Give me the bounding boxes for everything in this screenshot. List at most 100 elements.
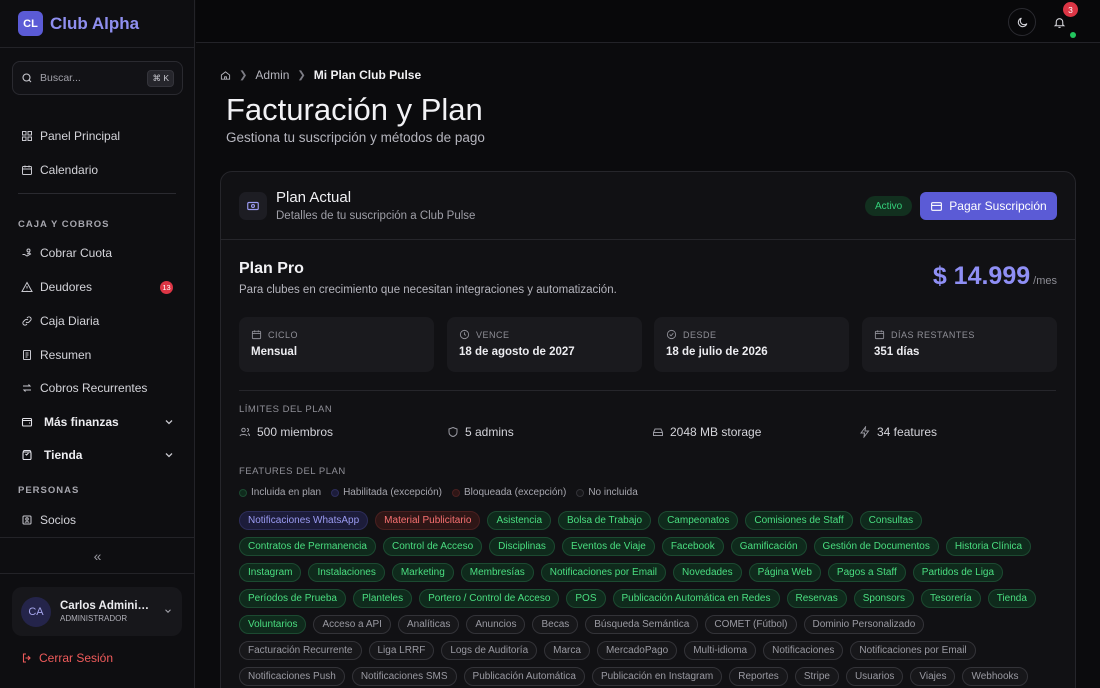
receipt-icon — [23, 350, 31, 360]
calendar-icon — [22, 165, 32, 175]
sidebar-item-deudores[interactable]: Deudores 13 — [12, 272, 183, 302]
id-card-icon — [22, 515, 32, 525]
user-name: Carlos Administrador — [60, 600, 155, 612]
logout-button[interactable]: Cerrar Sesión — [21, 651, 113, 665]
notifications-button[interactable]: 3 — [1045, 2, 1078, 36]
sidebar-item-label: Panel Principal — [40, 129, 121, 143]
features-title: FEATURES DEL PLAN — [239, 466, 346, 477]
legend-dot-enabled — [331, 488, 340, 497]
feature-chip-list: Notificaciones WhatsApp Material Publicit… — [239, 511, 1059, 688]
sidebar-item-label: Caja Diaria — [40, 314, 100, 328]
feature-chip: Pagos a Staff — [827, 563, 906, 582]
debtors-count-badge: 13 — [160, 281, 173, 294]
sidebar-item-resumen[interactable]: Resumen — [12, 340, 183, 370]
sidebar-item-socios[interactable]: Socios — [12, 505, 183, 535]
sidebar-item-label: Resumen — [40, 348, 92, 362]
theme-toggle-button[interactable] — [1008, 8, 1036, 36]
brand[interactable]: CL Club Alpha — [0, 0, 194, 48]
feature-chip: Notificaciones por Email — [540, 563, 667, 582]
sidebar-collapse-button[interactable]: « — [0, 537, 195, 574]
legend-label: No incluida — [588, 487, 638, 498]
home-icon[interactable] — [220, 70, 231, 81]
price-period: /mes — [1033, 275, 1057, 287]
feature-chip: Disciplinas — [489, 537, 555, 556]
legend-item-blocked: Bloqueada (excepción) — [452, 487, 566, 498]
plan-name: Plan Pro — [239, 260, 304, 277]
feature-chip: Partidos de Liga — [912, 563, 1004, 582]
feature-chip: Instagram — [239, 563, 302, 582]
divider — [239, 390, 1056, 391]
link-icon — [22, 316, 32, 326]
feature-chip: Dominio Personalizado — [803, 615, 925, 634]
pay-subscription-label: Pagar Suscripción — [949, 199, 1047, 213]
legend-item-not-included: No incluida — [576, 487, 638, 498]
feature-chip: Asistencia — [487, 511, 552, 530]
stat-label-text: DÍAS RESTANTES — [891, 329, 975, 340]
feature-chip: Usuarios — [845, 667, 904, 686]
sidebar-item-calendario[interactable]: Calendario — [12, 155, 183, 185]
limit-features: 34 features — [859, 425, 937, 439]
sidebar-group-tienda[interactable]: Tienda — [12, 440, 183, 470]
feature-chip: Reservas — [786, 589, 847, 608]
sidebar-group-mas-finanzas[interactable]: Más finanzas — [12, 407, 183, 437]
online-status-indicator — [1070, 32, 1076, 38]
plan-card-subtitle: Detalles de tu suscripción a Club Pulse — [276, 210, 476, 222]
feature-chip: Liga LRRF — [368, 641, 435, 660]
limit-label: 500 miembros — [257, 425, 334, 439]
stat-value: 18 de agosto de 2027 — [459, 346, 575, 358]
sidebar-item-cobrar-cuota[interactable]: Cobrar Cuota — [12, 238, 183, 268]
sidebar-item-cobros-recurrentes[interactable]: Cobros Recurrentes — [12, 373, 183, 403]
sidebar-item-caja-diaria[interactable]: Caja Diaria — [12, 306, 183, 336]
search-input[interactable]: Buscar... ⌘ K — [12, 61, 183, 95]
hard-drive-icon — [653, 428, 663, 436]
stat-label: CICLO — [251, 329, 298, 340]
section-label-personas: PERSONAS — [18, 485, 80, 496]
feature-chip: Gestión de Documentos — [813, 537, 939, 556]
notifications-count-badge: 3 — [1063, 2, 1078, 17]
plan-icon — [239, 192, 267, 220]
topbar: 3 — [196, 0, 1100, 43]
legend-item-included: Incluida en plan — [239, 487, 321, 498]
chevron-down-icon — [165, 453, 173, 458]
stat-vence: VENCE 18 de agosto de 2027 — [447, 317, 642, 372]
sidebar-divider — [18, 193, 176, 194]
feature-chip: Períodos de Prueba — [239, 589, 346, 608]
feature-chip: Novedades — [673, 563, 742, 582]
feature-chip: Planteles — [352, 589, 413, 608]
limit-admins: 5 admins — [447, 425, 514, 439]
feature-chip: Material Publicitario — [375, 511, 481, 530]
shopping-bag-icon — [22, 449, 32, 461]
feature-chip: Facebook — [661, 537, 724, 556]
feature-chip: Eventos de Viaje — [561, 537, 655, 556]
brand-name: Club Alpha — [50, 13, 140, 33]
stat-label: DESDE — [666, 329, 717, 340]
plan-price: $ 14.999 /mes — [933, 262, 1057, 291]
user-menu[interactable]: CA Carlos Administrador ADMINISTRADOR — [12, 587, 182, 636]
chevron-down-icon — [165, 420, 173, 425]
breadcrumb-item-admin[interactable]: Admin — [255, 68, 289, 82]
user-role: ADMINISTRADOR — [60, 614, 128, 623]
stat-label-text: CICLO — [268, 329, 299, 340]
stat-dias-restantes: DÍAS RESTANTES 351 días — [862, 317, 1057, 372]
feature-chip: Contratos de Permanencia — [239, 537, 376, 556]
pay-subscription-button[interactable]: Pagar Suscripción — [920, 192, 1057, 220]
feature-chip: Tesorería — [921, 589, 981, 608]
stat-desde: DESDE 18 de julio de 2026 — [654, 317, 849, 372]
feature-chip: Notificaciones por Email — [850, 641, 976, 660]
feature-chip: POS — [566, 589, 606, 608]
limit-label: 5 admins — [465, 425, 514, 439]
search-shortcut: ⌘ K — [147, 69, 174, 87]
feature-chip: COMET (Fútbol) — [705, 615, 797, 634]
sidebar-group-label: Tienda — [44, 448, 83, 462]
moon-icon — [1017, 17, 1027, 27]
stat-label-text: VENCE — [476, 329, 510, 340]
wallet-icon — [21, 417, 33, 427]
plan-card: Plan Actual Detalles de tu suscripción a… — [220, 171, 1076, 688]
feature-chip: Acceso a API — [313, 615, 391, 634]
user-info: Carlos Administrador ADMINISTRADOR — [60, 600, 155, 623]
check-circle-icon — [666, 329, 677, 340]
stat-value: 18 de julio de 2026 — [666, 346, 768, 358]
sidebar-item-panel-principal[interactable]: Panel Principal — [12, 121, 183, 151]
feature-chip: Sponsors — [853, 589, 914, 608]
feature-chip: Becas — [532, 615, 579, 634]
